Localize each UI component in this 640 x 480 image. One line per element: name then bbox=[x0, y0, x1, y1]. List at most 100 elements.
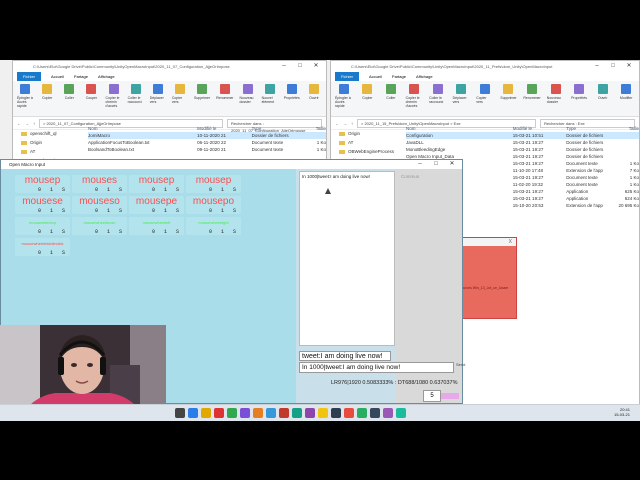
explorer-title-bar[interactable]: C:\Users\Eloi\Google Drive\Public\Commun… bbox=[331, 61, 639, 72]
column-header[interactable]: Taille bbox=[610, 125, 639, 132]
tab-affichage[interactable]: Affichage bbox=[416, 72, 433, 81]
ribbon-button[interactable]: Copier vers bbox=[476, 84, 494, 113]
taskbar-app-icon[interactable] bbox=[240, 408, 250, 418]
taskbar-app-icon[interactable] bbox=[292, 408, 302, 418]
taskbar-app-icon[interactable] bbox=[383, 408, 393, 418]
column-header[interactable]: Type bbox=[252, 125, 297, 132]
minimize-icon[interactable]: – bbox=[276, 61, 292, 72]
ribbon-button[interactable]: Déplacer vers bbox=[150, 84, 166, 113]
taskbar-app-icon[interactable] bbox=[175, 408, 185, 418]
macro-tile[interactable]: mousepo 0 1 S bbox=[186, 196, 241, 214]
nav-item[interactable]: AT bbox=[331, 138, 401, 147]
nav-item[interactable]: Origin bbox=[331, 129, 401, 138]
file-row[interactable]: ApplicationFocusToBoolean.txt 06-11-2020 … bbox=[88, 139, 326, 146]
ribbon-button[interactable]: Déplacer vers bbox=[453, 84, 471, 113]
ribbon-button[interactable]: Ouvrir bbox=[594, 84, 612, 113]
column-header[interactable]: Type bbox=[566, 125, 610, 132]
ribbon-button[interactable]: Nouveau dossier bbox=[239, 84, 255, 113]
macro-tile[interactable]: mousese 0 1 S bbox=[15, 196, 70, 214]
macro-tile[interactable]: mousewheelup 0 1 S bbox=[15, 217, 70, 235]
tweet-input[interactable]: tweet:I am doing live now! bbox=[299, 351, 391, 361]
value-field[interactable]: 5 bbox=[423, 390, 441, 402]
close-icon[interactable]: X bbox=[509, 239, 512, 245]
file-row[interactable]: JavaDLL 15-03-21 19:27 Dossier de fichiers bbox=[406, 139, 639, 146]
taskbar-app-icon[interactable] bbox=[266, 408, 276, 418]
macro-tile[interactable]: mousewheelright 0 1 S bbox=[186, 217, 241, 235]
file-row[interactable]: JomiMacro 10-11-2020 21 Dossier de fichier… bbox=[88, 132, 326, 139]
forward-arrow-icon[interactable]: → bbox=[343, 121, 347, 126]
ribbon-button[interactable]: Coller le raccourci bbox=[429, 84, 447, 113]
ribbon-button[interactable]: Épingler à Accès rapide bbox=[335, 84, 353, 113]
ribbon-button[interactable]: Renommer bbox=[216, 84, 233, 113]
ribbon-button[interactable]: Coller bbox=[61, 84, 77, 113]
ribbon-button[interactable]: Copier bbox=[39, 84, 55, 113]
taskbar-app-icon[interactable] bbox=[188, 408, 198, 418]
ribbon-button[interactable]: Renommer bbox=[523, 84, 541, 113]
file-row[interactable]: Configuration 15-03-21 10:51 Dossier de fi… bbox=[406, 132, 639, 139]
file-row[interactable]: MonoBleedingEdge 15-03-21 19:27 Dossier de… bbox=[406, 146, 639, 153]
maximize-icon[interactable]: □ bbox=[605, 61, 621, 72]
taskbar-app-icon[interactable] bbox=[318, 408, 328, 418]
taskbar-app-icon[interactable] bbox=[357, 408, 367, 418]
macro-tile[interactable]: mousewheelmiddleclick 0 1 S bbox=[15, 238, 70, 256]
ribbon-button[interactable]: Copier bbox=[359, 84, 377, 113]
macro-tile[interactable]: mousewheeldown 0 1 S bbox=[72, 217, 127, 235]
tab-fichier[interactable]: Fichier bbox=[335, 72, 360, 81]
taskbar-app-icon[interactable] bbox=[396, 408, 406, 418]
macro-title-bar[interactable]: Open Macro Input – □ ✕ bbox=[1, 160, 462, 169]
macro-tile[interactable]: mousep 0 1 S bbox=[15, 175, 70, 193]
ribbon-button[interactable]: Couper bbox=[83, 84, 99, 113]
up-arrow-icon[interactable]: ↑ bbox=[33, 121, 35, 126]
back-arrow-icon[interactable]: ← bbox=[335, 121, 339, 126]
ribbon-button[interactable]: Nouveau dossier bbox=[547, 84, 565, 113]
file-row[interactable]: BoolsandToBoolean.txt 09-11-2020 21 Docume… bbox=[88, 146, 326, 153]
ribbon-button[interactable]: Modifier bbox=[617, 84, 635, 113]
ribbon-button[interactable]: Copier vers bbox=[172, 84, 188, 113]
ribbon-button[interactable]: Nouvel élément bbox=[262, 84, 278, 113]
tab-affichage[interactable]: Affichage bbox=[98, 72, 115, 81]
macro-tile[interactable]: mousep 0 1 S bbox=[129, 175, 184, 193]
minimize-icon[interactable]: – bbox=[589, 61, 605, 72]
nav-item[interactable]: AT bbox=[13, 147, 83, 156]
taskbar-app-icon[interactable] bbox=[344, 408, 354, 418]
maximize-icon[interactable]: □ bbox=[292, 61, 308, 72]
ribbon-button[interactable]: Épingler à Accès rapide bbox=[17, 84, 33, 113]
taskbar-app-icon[interactable] bbox=[331, 408, 341, 418]
tab-partage[interactable]: Partage bbox=[74, 72, 88, 81]
taskbar-app-icon[interactable] bbox=[227, 408, 237, 418]
column-header[interactable]: Nom bbox=[88, 125, 197, 132]
macro-tile[interactable]: mouseso 0 1 S bbox=[72, 196, 127, 214]
taskbar-app-icon[interactable] bbox=[305, 408, 315, 418]
maximize-icon[interactable]: □ bbox=[428, 160, 444, 169]
macro-tile[interactable]: mouses 0 1 S bbox=[72, 175, 127, 193]
column-header[interactable]: Modifié le bbox=[513, 125, 566, 132]
minimize-icon[interactable]: – bbox=[412, 160, 428, 169]
ribbon-button[interactable]: Supprimer bbox=[500, 84, 518, 113]
taskbar-app-icon[interactable] bbox=[253, 408, 263, 418]
send-button[interactable]: Send bbox=[456, 362, 465, 367]
taskbar-app-icon[interactable] bbox=[201, 408, 211, 418]
taskbar-app-icon[interactable] bbox=[279, 408, 289, 418]
nav-item[interactable]: Origin bbox=[13, 138, 83, 147]
forward-arrow-icon[interactable]: → bbox=[25, 121, 29, 126]
explorer-title-bar[interactable]: C:\Users\Eloi\Google Drive\Public\Commun… bbox=[13, 61, 326, 72]
nav-item[interactable]: openschift_ql bbox=[13, 129, 83, 138]
column-header[interactable]: Nom bbox=[406, 125, 513, 132]
tab-partage[interactable]: Partage bbox=[392, 72, 406, 81]
red-dialog-window[interactable]: X Sources Win_13_Jot_ce_Usare bbox=[455, 237, 517, 319]
ribbon-button[interactable]: Supprimer bbox=[194, 84, 210, 113]
tab-accueil[interactable]: Accueil bbox=[369, 72, 382, 81]
ribbon-button[interactable]: Ouvrir bbox=[306, 84, 322, 113]
macro-tile[interactable]: mousepe 0 1 S bbox=[129, 196, 184, 214]
back-arrow-icon[interactable]: ← bbox=[17, 121, 21, 126]
ribbon-button[interactable]: Coller bbox=[382, 84, 400, 113]
macro-tile[interactable]: mousewheelleft 0 1 S bbox=[129, 217, 184, 235]
up-arrow-icon[interactable]: ↑ bbox=[351, 121, 353, 126]
close-icon[interactable]: ✕ bbox=[621, 61, 637, 72]
taskbar-app-icon[interactable] bbox=[214, 408, 224, 418]
taskbar-app-icon[interactable] bbox=[370, 408, 380, 418]
macro-tile[interactable]: mousep 0 1 S bbox=[186, 175, 241, 193]
column-header[interactable]: Modifié le bbox=[197, 125, 252, 132]
column-header[interactable]: Taille bbox=[296, 125, 326, 132]
close-icon[interactable]: ✕ bbox=[308, 61, 324, 72]
